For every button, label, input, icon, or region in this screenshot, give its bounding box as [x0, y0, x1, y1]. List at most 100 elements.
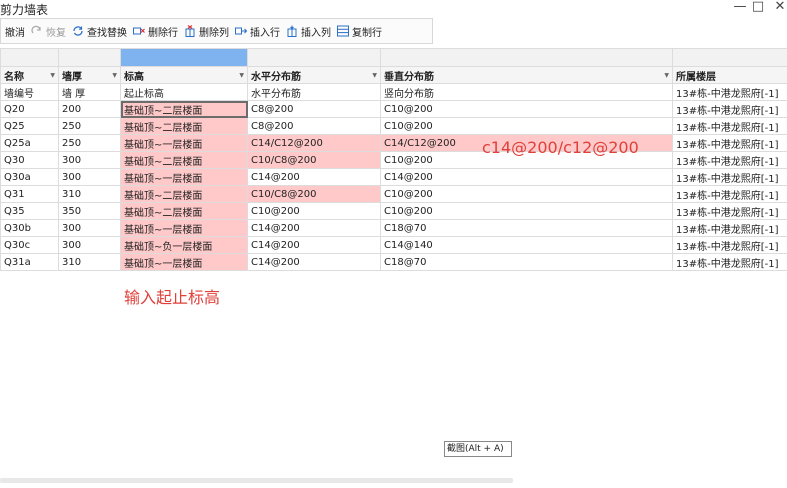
horizontal-scrollbar[interactable] [0, 478, 513, 483]
table-cell[interactable]: 13#栋-中港龙熙府[-1] [672, 236, 787, 254]
close-button[interactable]: ✕ [770, 0, 787, 16]
table-cell[interactable]: 基础顶~一层楼面 [120, 219, 248, 237]
table-cell[interactable]: 基础顶~二层楼面 [120, 100, 248, 118]
filter-dropdown-icon[interactable]: ▼ [664, 72, 669, 79]
table-cell[interactable]: 基础顶~二层楼面 [120, 185, 248, 203]
table-cell[interactable]: 13#栋-中港龙熙府[-1] [672, 253, 787, 271]
redo-button[interactable]: 恢复 [29, 21, 70, 41]
table-cell[interactable]: C14@200 [247, 168, 381, 186]
table-cell[interactable]: Q25a [0, 134, 59, 152]
column-selector-selected[interactable] [120, 48, 248, 67]
table-cell[interactable]: 13#栋-中港龙熙府[-1] [672, 117, 787, 135]
table-cell[interactable]: Q30 [0, 151, 59, 169]
table-cell[interactable]: 300 [58, 168, 121, 186]
table-cell[interactable]: Q30b [0, 219, 59, 237]
column-selector[interactable] [380, 48, 673, 67]
table-cell[interactable]: 基础顶~负一层楼面 [120, 236, 248, 254]
table-cell[interactable]: Q31 [0, 185, 59, 203]
table-cell[interactable]: 310 [58, 185, 121, 203]
delete-column-button[interactable]: 删除列 [182, 21, 233, 41]
table-cell[interactable]: C10/C8@200 [247, 151, 381, 169]
table-cell[interactable]: 13#栋-中港龙熙府[-1] [672, 134, 787, 152]
filter-dropdown-icon[interactable]: ▼ [50, 72, 55, 79]
table-cell[interactable]: C10/C8@200 [247, 185, 381, 203]
table-cell[interactable]: 基础顶~二层楼面 [120, 202, 248, 220]
table-cell[interactable]: 基础顶~一层楼面 [120, 134, 248, 152]
table-cell[interactable]: C14@140 [380, 236, 673, 254]
table-cell[interactable]: C14@200 [247, 253, 381, 271]
delete-column-icon [184, 25, 196, 37]
table-cell[interactable]: 基础顶~二层楼面 [120, 117, 248, 135]
column-selector[interactable] [0, 48, 59, 67]
header-floor[interactable]: 所属楼层 [672, 66, 787, 84]
table-cell[interactable]: 13#栋-中港龙熙府[-1] [672, 100, 787, 118]
minimize-button[interactable]: — [730, 0, 750, 16]
table-cell[interactable]: Q20 [0, 100, 59, 118]
table-cell[interactable]: 基础顶~一层楼面 [120, 168, 248, 186]
header-elevation[interactable]: 标高 ▼ [120, 66, 248, 84]
table-cell[interactable]: 13#栋-中港龙熙府[-1] [672, 219, 787, 237]
copy-row-icon [337, 25, 349, 37]
copy-row-label: 复制行 [352, 27, 382, 39]
table-cell[interactable]: 基础顶~二层楼面 [120, 151, 248, 169]
table-cell[interactable]: Q35 [0, 202, 59, 220]
table-cell[interactable]: C18@70 [380, 253, 673, 271]
table-cell[interactable]: C8@200 [247, 117, 381, 135]
delete-row-button[interactable]: 删除行 [131, 21, 182, 41]
window-title: 剪力墙表 [0, 3, 49, 17]
table-cell[interactable]: Q30a [0, 168, 59, 186]
header-row: 名称 ▼ 墙厚 ▼ 标高 ▼ 水平分布筋 ▼ 垂直分布筋 ▼ 所属楼层 [0, 66, 787, 84]
copy-row-button[interactable]: 复制行 [335, 21, 386, 41]
insert-column-button[interactable]: 插入列 [284, 21, 335, 41]
table-cell[interactable]: C14@200 [247, 236, 381, 254]
table-cell[interactable]: 310 [58, 253, 121, 271]
table-cell[interactable]: 13#栋-中港龙熙府[-1] [672, 168, 787, 186]
table-cell[interactable]: 起止标高 [120, 83, 248, 101]
header-vertical-rebar[interactable]: 垂直分布筋 ▼ [380, 66, 673, 84]
table-cell[interactable]: C10@200 [380, 185, 673, 203]
table-cell[interactable]: 300 [58, 236, 121, 254]
filter-dropdown-icon[interactable]: ▼ [239, 72, 244, 79]
header-horizontal-rebar[interactable]: 水平分布筋 ▼ [247, 66, 381, 84]
table-row: Q31a 310 基础顶~一层楼面 C14@200 C18@70 13#栋-中港龙熙府[-… [0, 253, 787, 271]
header-name[interactable]: 名称 ▼ [0, 66, 59, 84]
table-cell[interactable]: C14/C12@200 [247, 134, 381, 152]
column-selector[interactable] [58, 48, 121, 67]
maximize-button[interactable]: □ [748, 0, 768, 16]
undo-button[interactable]: 撤消 [3, 21, 29, 41]
table-cell[interactable]: C10@200 [247, 202, 381, 220]
filter-dropdown-icon[interactable]: ▼ [372, 72, 377, 79]
table-cell[interactable]: 200 [58, 100, 121, 118]
table-cell[interactable]: Q31a [0, 253, 59, 271]
header-thickness[interactable]: 墙厚 ▼ [58, 66, 121, 84]
table-cell[interactable]: 水平分布筋 [247, 83, 381, 101]
table-cell[interactable]: 13#栋-中港龙熙府[-1] [672, 202, 787, 220]
table-cell[interactable]: Q25 [0, 117, 59, 135]
table-cell[interactable]: 250 [58, 134, 121, 152]
delete-row-label: 删除行 [148, 27, 178, 39]
column-selector[interactable] [247, 48, 381, 67]
table-cell[interactable]: 250 [58, 117, 121, 135]
table-cell[interactable]: Q30c [0, 236, 59, 254]
table-cell[interactable]: 350 [58, 202, 121, 220]
table-cell[interactable]: 竖向分布筋 [380, 83, 673, 101]
table-cell[interactable]: 13#栋-中港龙熙府[-1] [672, 151, 787, 169]
table-cell[interactable]: C10@200 [380, 100, 673, 118]
table-cell[interactable]: 13#栋-中港龙熙府[-1] [672, 83, 787, 101]
table-cell[interactable]: C18@70 [380, 219, 673, 237]
filter-dropdown-icon[interactable]: ▼ [112, 72, 117, 79]
table-cell[interactable]: 300 [58, 219, 121, 237]
table-cell[interactable]: C8@200 [247, 100, 381, 118]
column-selector[interactable] [672, 48, 787, 67]
table-cell[interactable]: C10@200 [380, 202, 673, 220]
table-cell[interactable]: 墙 厚 [58, 83, 121, 101]
table-cell[interactable]: 墙编号 [0, 83, 59, 101]
find-replace-button[interactable]: 查找替换 [70, 21, 131, 41]
table-cell[interactable]: C14@200 [380, 168, 673, 186]
table-cell[interactable]: C10@200 [380, 117, 673, 135]
insert-row-button[interactable]: 插入行 [233, 21, 284, 41]
table-cell[interactable]: 13#栋-中港龙熙府[-1] [672, 185, 787, 203]
table-cell[interactable]: 300 [58, 151, 121, 169]
table-cell[interactable]: C14@200 [247, 219, 381, 237]
table-cell[interactable]: 基础顶~一层楼面 [120, 253, 248, 271]
